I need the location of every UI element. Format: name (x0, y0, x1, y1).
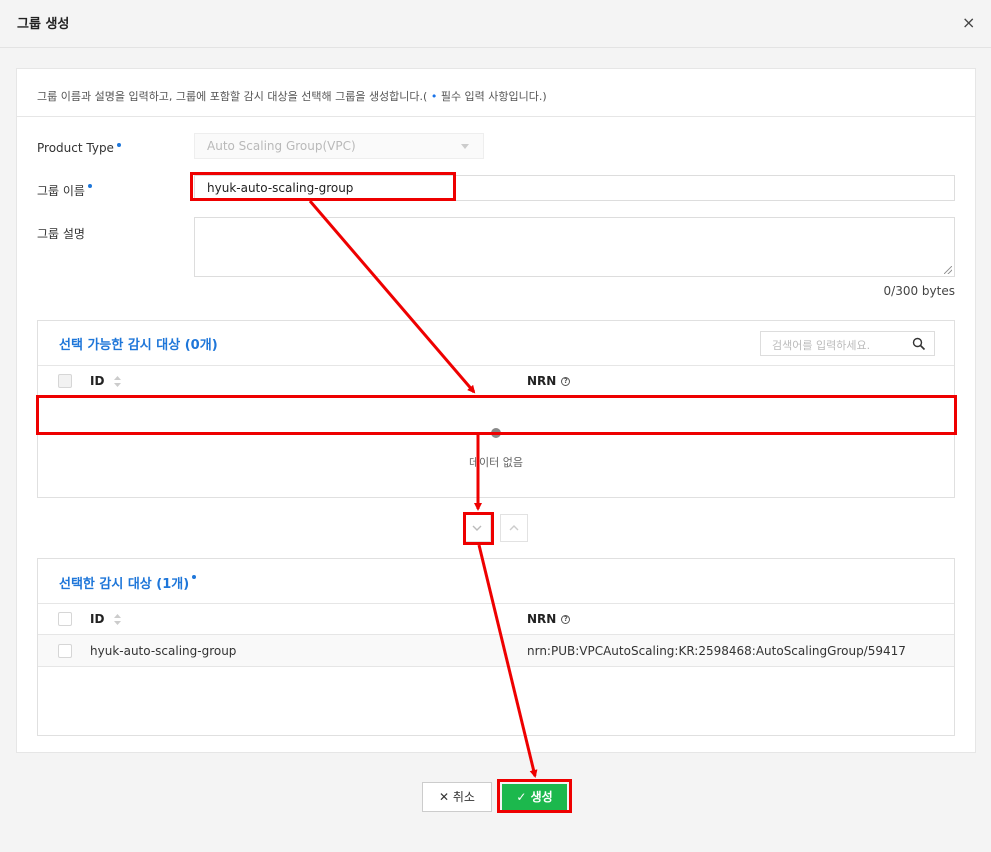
arrow-3 (477, 544, 538, 778)
annotation-arrows (308, 200, 538, 778)
arrow-1 (308, 200, 476, 394)
